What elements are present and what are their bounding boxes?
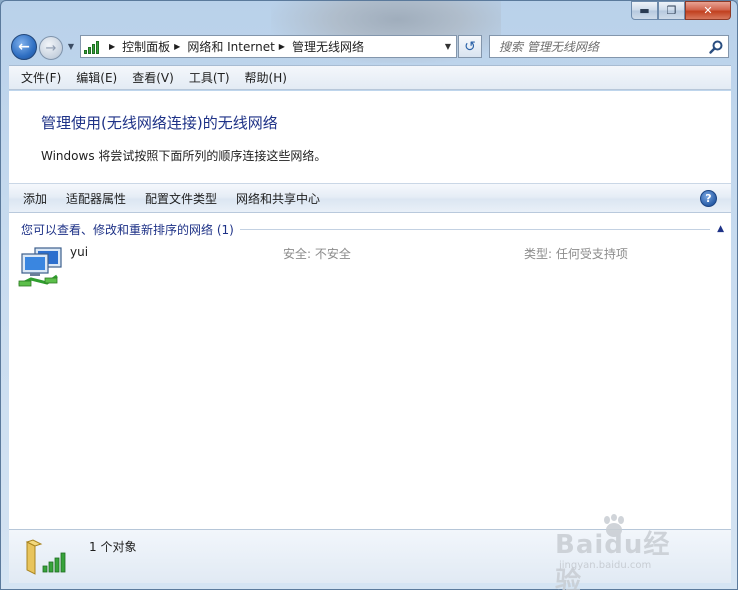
details-pane: 1 个对象 Baidu经验 jingyan.baidu.com	[9, 514, 731, 590]
help-button[interactable]: ?	[700, 190, 717, 207]
network-security: 安全: 不安全	[283, 247, 351, 261]
search-icon[interactable]	[708, 39, 724, 55]
content-pane: 管理使用(无线网络连接)的无线网络 Windows 将尝试按照下面所列的顺序连接…	[9, 91, 731, 529]
breadcrumb-manage-wireless[interactable]: 管理无线网络	[292, 38, 364, 55]
profile-types-button[interactable]: 配置文件类型	[145, 190, 217, 207]
command-bar: 添加 适配器属性 配置文件类型 网络和共享中心 ?	[9, 183, 731, 213]
menu-file[interactable]: 文件(F)	[21, 69, 61, 86]
group-title: 您可以查看、修改和重新排序的网络 (1)	[21, 222, 234, 237]
refresh-icon: ↺	[464, 38, 476, 55]
caption-buttons: ▬ ❐ ✕	[631, 1, 731, 20]
page-description: Windows 将尝试按照下面所列的顺序连接这些网络。	[41, 149, 327, 163]
refresh-button[interactable]: ↺	[458, 35, 482, 58]
menu-edit[interactable]: 编辑(E)	[76, 69, 117, 86]
forward-button[interactable]: →	[39, 36, 63, 60]
forward-arrow-icon: →	[45, 40, 57, 56]
close-button[interactable]: ✕	[685, 1, 731, 20]
breadcrumb-separator-icon[interactable]: ▶	[279, 42, 285, 51]
breadcrumb-network-internet[interactable]: 网络和 Internet	[187, 38, 274, 55]
search-box[interactable]	[489, 35, 729, 58]
navigation-bar: ← → ▼ ▶ 控制面板 ▶ 网络和 Internet ▶ 管理无线网络 ▼ ↺	[9, 33, 731, 61]
menu-help[interactable]: 帮助(H)	[245, 69, 287, 86]
search-input[interactable]	[499, 39, 699, 54]
menu-tools[interactable]: 工具(T)	[189, 69, 230, 86]
network-type: 类型: 任何受支持项	[524, 247, 628, 261]
folder-signal-icon	[25, 539, 66, 575]
network-name: yui	[70, 245, 89, 259]
page-title: 管理使用(无线网络连接)的无线网络	[41, 114, 278, 132]
watermark-brand: Baidu经验	[555, 530, 671, 590]
back-button[interactable]: ←	[11, 34, 37, 60]
recent-pages-dropdown[interactable]: ▼	[66, 42, 76, 52]
address-history-dropdown[interactable]: ▼	[440, 36, 456, 57]
maximize-button[interactable]: ❐	[658, 1, 685, 20]
group-header[interactable]: 您可以查看、修改和重新排序的网络 (1) ▲	[21, 221, 724, 237]
network-signal-icon	[83, 40, 101, 54]
breadcrumb-separator-icon[interactable]: ▶	[174, 42, 180, 51]
breadcrumb-control-panel[interactable]: 控制面板	[122, 38, 170, 55]
item-count: 1 个对象	[89, 540, 137, 554]
menu-view[interactable]: 查看(V)	[132, 69, 174, 86]
help-icon: ?	[705, 192, 712, 205]
window-frame: ▬ ❐ ✕ ← → ▼ ▶ 控制面板 ▶ 网络和 Internet ▶ 管理无线…	[0, 0, 738, 590]
add-button[interactable]: 添加	[23, 190, 47, 207]
list-item[interactable]: yui 安全: 不安全 类型: 任何受支持项	[9, 241, 731, 291]
network-sharing-center-button[interactable]: 网络和共享中心	[236, 190, 320, 207]
address-bar[interactable]: ▶ 控制面板 ▶ 网络和 Internet ▶ 管理无线网络 ▼	[80, 35, 457, 58]
baidu-watermark-logo: Baidu经验 jingyan.baidu.com	[555, 514, 695, 590]
watermark-url: jingyan.baidu.com	[559, 560, 652, 571]
minimize-button[interactable]: ▬	[631, 1, 658, 20]
adapter-properties-button[interactable]: 适配器属性	[66, 190, 126, 207]
menu-bar: 文件(F) 编辑(E) 查看(V) 工具(T) 帮助(H)	[9, 65, 731, 90]
wireless-network-icon	[18, 247, 62, 287]
group-divider	[239, 228, 710, 230]
collapse-chevron-icon[interactable]: ▲	[710, 224, 724, 234]
back-arrow-icon: ←	[18, 39, 30, 55]
breadcrumb-separator-icon[interactable]: ▶	[109, 42, 115, 51]
